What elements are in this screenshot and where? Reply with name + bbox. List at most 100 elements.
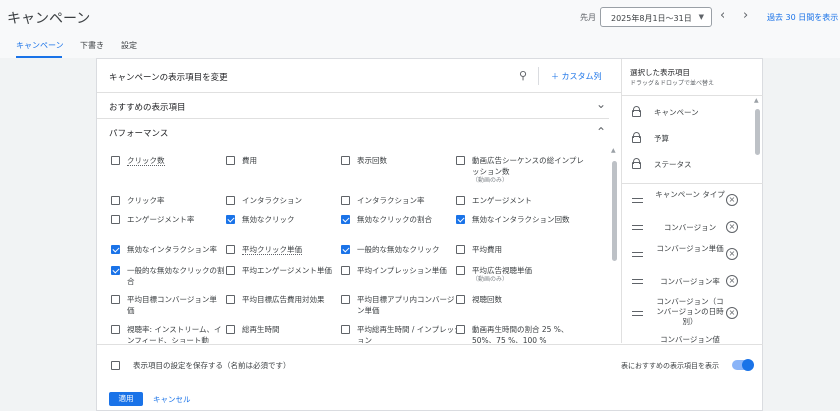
checkbox-box[interactable] <box>341 215 350 224</box>
checkbox-box[interactable] <box>341 295 350 304</box>
remove-column-icon[interactable]: × <box>726 275 738 287</box>
lock-icon <box>632 158 641 169</box>
checkbox-box[interactable] <box>111 361 120 370</box>
checkbox-label: 無効なインタラクション回数 <box>472 215 570 224</box>
toggle-knob <box>742 359 754 371</box>
divider <box>97 344 763 345</box>
recommended-columns-toggle[interactable] <box>732 359 754 371</box>
chevron-right-icon[interactable]: › <box>743 8 748 23</box>
show-last-30-days-link[interactable]: 過去 30 日間を表示 <box>767 12 838 23</box>
checkbox-box[interactable] <box>456 156 465 165</box>
section-label: おすすめの表示項目 <box>109 103 186 113</box>
checkbox-box[interactable] <box>341 325 350 334</box>
checkbox-label: 平均目標広告費用対効果 <box>242 295 325 304</box>
remove-column-icon[interactable]: × <box>726 194 738 206</box>
checkbox-label: クリック数 <box>127 156 165 166</box>
checkbox-label: インタラクション率 <box>357 196 425 205</box>
scroll-up-arrow-icon[interactable]: ▲ <box>754 97 759 104</box>
checkbox-box[interactable] <box>456 215 465 224</box>
checkbox-label: 一般的な無効なクリック <box>357 245 440 254</box>
checkbox-label: エンゲージメント率 <box>127 215 195 224</box>
locked-column-label: ステータス <box>654 160 692 169</box>
checkbox-box[interactable] <box>111 295 120 304</box>
checkbox-box[interactable] <box>111 215 120 224</box>
checkbox-sublabel: （動画のみ） <box>472 276 509 283</box>
selected-scrollbar-thumb[interactable] <box>755 109 760 155</box>
cancel-button[interactable]: キャンセル <box>153 394 191 405</box>
checkbox-box[interactable] <box>456 245 465 254</box>
tab-settings[interactable]: 設定 <box>121 40 137 51</box>
scroll-up-arrow-icon[interactable]: ▲ <box>611 147 616 154</box>
checkbox-box[interactable] <box>341 196 350 205</box>
remove-column-icon[interactable]: × <box>726 307 738 319</box>
checkbox-box[interactable] <box>456 266 465 275</box>
divider <box>538 67 539 85</box>
tab-bar: キャンペーン 下書き 設定 <box>0 36 840 58</box>
checkbox-box[interactable] <box>111 196 120 205</box>
checkbox-label: 無効なクリック <box>242 215 295 224</box>
checkbox-box[interactable] <box>226 156 235 165</box>
date-range-selector[interactable]: 2025年8月1日〜31日 ▼ <box>600 7 712 27</box>
checkbox-label: 平均総再生時間 / インプレッション <box>357 325 462 343</box>
checkbox-box[interactable] <box>111 245 120 254</box>
drag-handle-icon[interactable] <box>632 198 643 203</box>
checkbox-label: 平均エンゲージメント単価 <box>242 266 332 275</box>
remove-column-icon[interactable]: × <box>726 248 738 260</box>
checkbox-box[interactable] <box>456 325 465 334</box>
drag-handle-icon[interactable] <box>632 311 643 316</box>
drag-handle-icon[interactable] <box>632 279 643 284</box>
checkbox-box[interactable] <box>456 295 465 304</box>
tab-campaigns[interactable]: キャンペーン <box>16 40 64 51</box>
search-icon[interactable]: ⚲ <box>519 69 527 82</box>
drag-handle-icon[interactable] <box>632 252 643 257</box>
checkbox-box[interactable] <box>226 325 235 334</box>
drag-handle-icon[interactable] <box>632 225 643 230</box>
checkbox-label: 視聴回数 <box>472 295 502 304</box>
section-recommended[interactable]: おすすめの表示項目 ⌄ <box>97 93 609 119</box>
checkbox-box[interactable] <box>111 266 120 275</box>
checkbox-box[interactable] <box>341 266 350 275</box>
checkbox-label: 無効なインタラクション率 <box>127 245 217 254</box>
selected-column-item[interactable]: キャンペーン タイプ <box>654 190 726 200</box>
date-range-value: 2025年8月1日〜31日 <box>611 14 692 23</box>
list-scrollbar-thumb[interactable] <box>612 161 617 261</box>
chevron-up-icon[interactable]: ⌃ <box>593 125 609 139</box>
checkbox-box[interactable] <box>111 325 120 334</box>
checkbox-box[interactable] <box>226 245 235 254</box>
checkbox-box[interactable] <box>341 156 350 165</box>
lock-icon <box>632 132 641 143</box>
selected-column-item[interactable]: コンバージョン（コンバージョンの日時別） <box>654 297 726 327</box>
section-performance[interactable]: パフォーマンス ⌃ <box>97 119 609 145</box>
selected-columns-subtitle: ドラッグ＆ドロップで並べ替え <box>630 80 715 87</box>
checkbox-box[interactable] <box>226 295 235 304</box>
selected-column-item[interactable]: コンバージョン値 <box>654 335 726 343</box>
selected-column-item[interactable]: コンバージョン単価 <box>654 244 726 254</box>
remove-column-icon[interactable]: × <box>726 221 738 233</box>
checkbox-box[interactable] <box>111 156 120 165</box>
lock-icon <box>632 106 641 117</box>
locked-column-label: キャンペーン <box>654 108 699 117</box>
divider <box>622 183 763 184</box>
checkbox-label: 平均目標コンバージョン単価 <box>127 295 217 315</box>
checkbox-box[interactable] <box>226 215 235 224</box>
checkbox-label: 一般的な無効なクリックの割合 <box>127 266 225 286</box>
dropdown-caret-icon: ▼ <box>698 13 704 21</box>
chevron-left-icon[interactable]: ‹ <box>720 8 725 23</box>
checkbox-label: 平均インプレッション単価 <box>357 266 447 275</box>
checkbox-box[interactable] <box>341 245 350 254</box>
checkbox-label: 平均目標アプリ内コンバージョン単価 <box>357 295 462 315</box>
selected-columns-title: 選択した表示項目 <box>630 68 690 77</box>
checkbox-box[interactable] <box>456 196 465 205</box>
checkbox-box[interactable] <box>226 196 235 205</box>
chevron-down-icon[interactable]: ⌄ <box>593 97 609 111</box>
tab-drafts[interactable]: 下書き <box>80 40 104 51</box>
selected-column-item[interactable]: コンバージョン率 <box>654 277 726 287</box>
divider <box>622 95 763 96</box>
checkbox-box[interactable] <box>226 266 235 275</box>
checkbox-label: 視聴率: インストリーム、インフィード、ショート動 <box>127 325 222 343</box>
panel-title: キャンペーンの表示項目を変更 <box>109 73 228 83</box>
selected-column-item[interactable]: コンバージョン <box>654 223 726 233</box>
checkbox-label: エンゲージメント <box>472 196 532 205</box>
apply-button[interactable]: 適用 <box>109 392 143 406</box>
custom-column-button[interactable]: ＋ カスタム列 <box>551 71 602 82</box>
